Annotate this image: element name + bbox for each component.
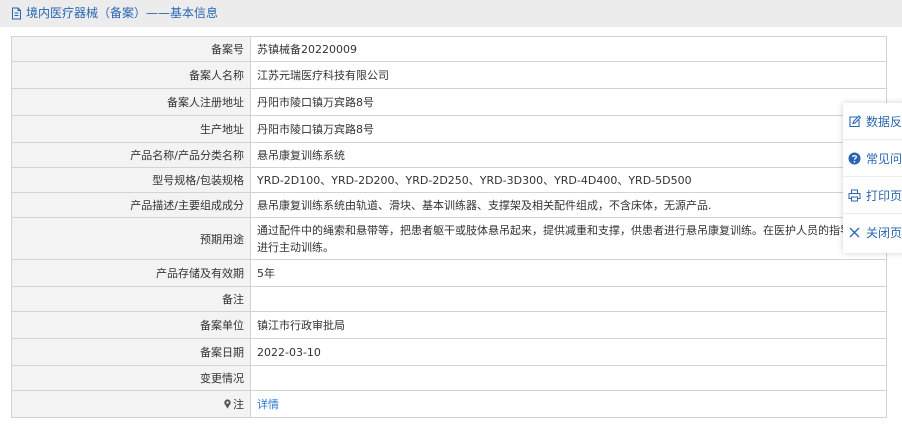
row-label: 变更情况 (11, 365, 251, 391)
row-label: 备案日期 (11, 338, 251, 366)
row-value: 丹阳市陵口镇万宾路8号 (250, 88, 887, 116)
table-row: 生产地址 丹阳市陵口镇万宾路8号 (11, 115, 887, 143)
table-row: 备注 (11, 286, 887, 312)
row-label: 型号规格/包装规格 (11, 167, 251, 193)
table-row: 备案人名称 江苏元瑞医疗科技有限公司 (11, 61, 887, 89)
sidebar-item-feedback[interactable]: 数据反 (843, 103, 902, 140)
table-row: 注 详情 (11, 390, 887, 418)
close-icon (849, 227, 860, 238)
table-row: 变更情况 (11, 365, 887, 391)
document-icon (12, 7, 21, 20)
row-label: 备案人注册地址 (11, 88, 251, 116)
row-label: 备案号 (11, 36, 251, 62)
edit-icon (849, 114, 861, 127)
table-row: 产品存储及有效期 5年 (11, 259, 887, 287)
row-value: YRD-2D100、YRD-2D200、YRD-2D250、YRD-3D300、… (250, 167, 887, 193)
table-row: 型号规格/包装规格 YRD-2D100、YRD-2D200、YRD-2D250、… (11, 167, 887, 193)
row-value: 2022-03-10 (250, 338, 887, 366)
page-header: 境内医疗器械（备案）——基本信息 (0, 0, 902, 27)
page-title: 境内医疗器械（备案）——基本信息 (26, 6, 219, 20)
sidebar-item-label: 数据反 (866, 114, 902, 129)
sidebar-item-faq[interactable]: 常见问 (843, 140, 902, 177)
row-label: 预期用途 (11, 217, 251, 260)
table-row: 备案号 苏镇械备20220009 (11, 36, 887, 62)
row-label: 备案单位 (11, 311, 251, 339)
sidebar-item-label: 常见问 (866, 151, 902, 166)
table-row: 预期用途 通过配件中的绳索和悬带等，把患者躯干或肢体悬吊起来，提供减重和支撑，供… (11, 217, 887, 260)
row-value (250, 365, 887, 391)
sidebar-item-close[interactable]: 关闭页 (843, 214, 902, 251)
row-value: 悬吊康复训练系统由轨道、滑块、基本训练器、支撑架及相关配件组成，不含床体，无源产… (250, 192, 887, 218)
sidebar-item-print[interactable]: 打印页 (843, 177, 902, 214)
row-value: 悬吊康复训练系统 (250, 142, 887, 168)
help-icon (848, 152, 861, 164)
pin-icon (224, 399, 231, 409)
table-row: 产品名称/产品分类名称 悬吊康复训练系统 (11, 142, 887, 168)
row-value: 通过配件中的绳索和悬带等，把患者躯干或肢体悬吊起来，提供减重和支撑，供患者进行悬… (250, 217, 887, 260)
table-row: 产品描述/主要组成成分 悬吊康复训练系统由轨道、滑块、基本训练器、支撑架及相关配… (11, 192, 887, 218)
row-label: 注 (233, 398, 244, 411)
printer-icon (848, 189, 861, 201)
floating-sidebar: 数据反 常见问 打印页 关闭页 (843, 103, 902, 253)
row-label: 产品存储及有效期 (11, 259, 251, 287)
row-label: 备案人名称 (11, 61, 251, 89)
row-value: 5年 (250, 259, 887, 287)
note-label-cell: 注 (11, 390, 251, 418)
row-label: 产品名称/产品分类名称 (11, 142, 251, 168)
row-label: 备注 (11, 286, 251, 312)
row-value: 镇江市行政审批局 (250, 311, 887, 339)
table-row: 备案日期 2022-03-10 (11, 338, 887, 366)
info-table: 备案号 苏镇械备20220009 备案人名称 江苏元瑞医疗科技有限公司 备案人注… (11, 36, 887, 418)
details-link[interactable]: 详情 (257, 398, 279, 411)
table-row: 备案人注册地址 丹阳市陵口镇万宾路8号 (11, 88, 887, 116)
row-label: 产品描述/主要组成成分 (11, 192, 251, 218)
row-value (250, 286, 887, 312)
row-value: 苏镇械备20220009 (250, 36, 887, 62)
row-value: 丹阳市陵口镇万宾路8号 (250, 115, 887, 143)
row-value: 江苏元瑞医疗科技有限公司 (250, 61, 887, 89)
sidebar-item-label: 打印页 (866, 188, 902, 203)
table-row: 备案单位 镇江市行政审批局 (11, 311, 887, 339)
sidebar-item-label: 关闭页 (866, 226, 902, 240)
row-label: 生产地址 (11, 115, 251, 143)
